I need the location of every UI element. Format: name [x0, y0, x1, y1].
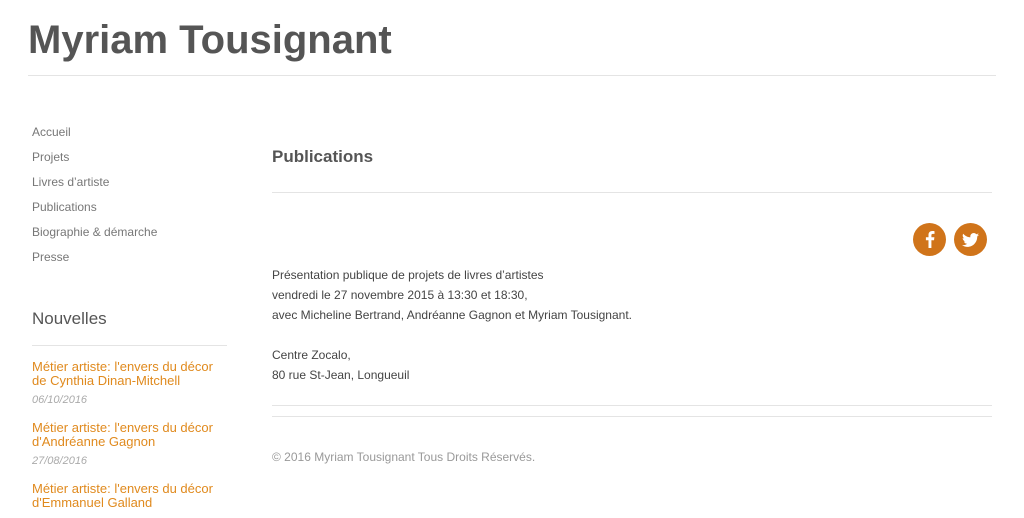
- main-menu: Accueil Projets Livres d’artiste Publica…: [32, 120, 227, 270]
- news-date: 27/08/2016: [32, 455, 88, 467]
- content-line: Centre Zocalo,: [272, 348, 351, 362]
- news-item: Métier artiste: l'envers du décor d'Emma…: [32, 482, 227, 510]
- content-line: 80 rue St-Jean, Longueuil: [272, 368, 410, 382]
- content-line: Présentation publique de projets de livr…: [272, 268, 544, 282]
- site-title[interactable]: Myriam Tousignant: [28, 17, 392, 63]
- news-link[interactable]: Métier artiste: l'envers du décor d'Andr…: [32, 421, 227, 449]
- news-date: 06/10/2016: [32, 394, 88, 406]
- facebook-share-button[interactable]: [913, 223, 946, 256]
- footer-divider: [272, 416, 992, 417]
- menu-item-accueil[interactable]: Accueil: [32, 120, 227, 145]
- sidebar: Accueil Projets Livres d’artiste Publica…: [32, 120, 227, 518]
- menu-item-publications[interactable]: Publications: [32, 195, 227, 220]
- main-content: Publications Présentation publique de pr…: [272, 140, 992, 464]
- twitter-icon: [962, 232, 979, 247]
- news-item: Métier artiste: l'envers du décor de Cyn…: [32, 360, 227, 407]
- news-link[interactable]: Métier artiste: l'envers du décor d'Emma…: [32, 482, 227, 510]
- menu-item-livres-d-artiste[interactable]: Livres d’artiste: [32, 170, 227, 195]
- facebook-icon: [925, 231, 934, 248]
- page: Myriam Tousignant Accueil Projets Livres…: [0, 0, 1024, 518]
- news-item: Métier artiste: l'envers du décor d'Andr…: [32, 421, 227, 468]
- news-list: Métier artiste: l'envers du décor de Cyn…: [32, 360, 227, 510]
- news-widget-title: Nouvelles: [32, 306, 227, 346]
- menu-item-biographie[interactable]: Biographie & démarche: [32, 220, 227, 245]
- site-header: Myriam Tousignant: [28, 0, 996, 76]
- content-line: avec Micheline Bertrand, Andréanne Gagno…: [272, 308, 632, 322]
- menu-item-projets[interactable]: Projets: [32, 145, 227, 170]
- copyright-text: © 2016 Myriam Tousignant Tous Droits Rés…: [272, 450, 536, 464]
- twitter-share-button[interactable]: [954, 223, 987, 256]
- content-line: vendredi le 27 novembre 2015 à 13:30 et …: [272, 288, 528, 302]
- news-link[interactable]: Métier artiste: l'envers du décor de Cyn…: [32, 360, 227, 388]
- page-title: Publications: [272, 140, 992, 193]
- entry-content: Présentation publique de projets de livr…: [272, 265, 992, 406]
- menu-item-presse[interactable]: Presse: [32, 245, 227, 270]
- share-buttons: [272, 193, 992, 256]
